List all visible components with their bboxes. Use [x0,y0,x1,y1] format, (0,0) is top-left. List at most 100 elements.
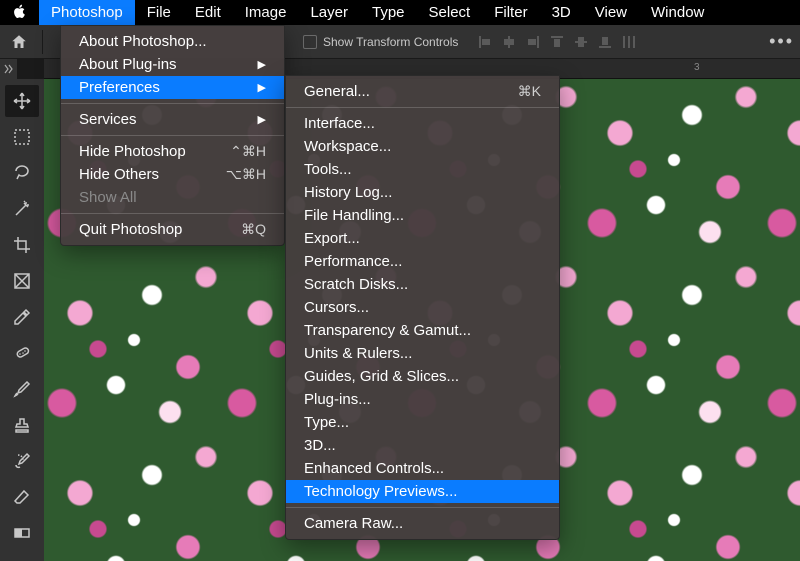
align-buttons [474,31,640,53]
menu-about-plugins[interactable]: About Plug-ins▶ [61,53,284,76]
menubar-label: View [595,4,627,21]
prefs-general[interactable]: General...⌘K [286,80,559,103]
menubar-photoshop[interactable]: Photoshop [39,0,135,25]
prefs-transparency-gamut[interactable]: Transparency & Gamut... [286,319,559,342]
prefs-history-log[interactable]: History Log... [286,181,559,204]
align-bottom-icon [597,34,613,50]
prefs-enhanced-controls[interactable]: Enhanced Controls... [286,457,559,480]
menu-label: History Log... [304,184,541,201]
checkbox-label: Show Transform Controls [323,35,458,49]
history-brush-tool[interactable] [5,445,39,477]
menubar-window[interactable]: Window [639,0,716,25]
spot-healing-tool[interactable] [5,337,39,369]
align-top-button[interactable] [546,31,568,53]
apple-menu[interactable] [0,0,39,25]
menu-hide-photoshop[interactable]: Hide Photoshop⌃⌘H [61,140,284,163]
align-middle-button[interactable] [570,31,592,53]
menu-label: Quit Photoshop [79,221,217,238]
menu-label: Type... [304,414,541,431]
brush-icon [12,379,32,399]
menu-about-photoshop[interactable]: About Photoshop... [61,30,284,53]
menu-label: Workspace... [304,138,541,155]
menu-label: Scratch Disks... [304,276,541,293]
lasso-icon [12,163,32,183]
show-transform-controls-checkbox[interactable]: Show Transform Controls [303,35,458,49]
history-brush-icon [12,451,32,471]
prefs-camera-raw[interactable]: Camera Raw... [286,512,559,535]
prefs-file-handling[interactable]: File Handling... [286,204,559,227]
more-options-button[interactable]: ••• [769,31,794,52]
menu-label: Performance... [304,253,541,270]
menu-preferences[interactable]: Preferences▶ [61,76,284,99]
align-left-icon [477,34,493,50]
separator [42,30,43,54]
clone-stamp-tool[interactable] [5,409,39,441]
menu-label: Transparency & Gamut... [304,322,541,339]
magic-wand-tool[interactable] [5,193,39,225]
submenu-arrow-icon: ▶ [258,81,266,94]
menu-separator [286,507,559,508]
stamp-icon [12,415,32,435]
menubar-layer[interactable]: Layer [298,0,360,25]
menubar-label: 3D [552,4,571,21]
menu-services[interactable]: Services▶ [61,108,284,131]
prefs-guides-grid-slices[interactable]: Guides, Grid & Slices... [286,365,559,388]
rectangular-marquee-tool[interactable] [5,121,39,153]
prefs-export[interactable]: Export... [286,227,559,250]
gradient-tool[interactable] [5,517,39,549]
marquee-icon [12,127,32,147]
align-right-button[interactable] [522,31,544,53]
menubar-filter[interactable]: Filter [482,0,539,25]
align-bottom-button[interactable] [594,31,616,53]
frame-tool[interactable] [5,265,39,297]
menu-separator [61,103,284,104]
menubar-view[interactable]: View [583,0,639,25]
menubar-type[interactable]: Type [360,0,417,25]
menubar-label: Edit [195,4,221,21]
menu-separator [61,213,284,214]
menu-label: Guides, Grid & Slices... [304,368,541,385]
prefs-technology-previews[interactable]: Technology Previews... [286,480,559,503]
distribute-button[interactable] [618,31,640,53]
menu-label: Hide Photoshop [79,143,206,160]
prefs-workspace[interactable]: Workspace... [286,135,559,158]
crop-tool[interactable] [5,229,39,261]
panel-expand-button[interactable] [0,59,18,79]
prefs-scratch-disks[interactable]: Scratch Disks... [286,273,559,296]
prefs-tools[interactable]: Tools... [286,158,559,181]
move-tool[interactable] [5,85,39,117]
menu-label: Plug-ins... [304,391,541,408]
prefs-plugins[interactable]: Plug-ins... [286,388,559,411]
brush-tool[interactable] [5,373,39,405]
crop-icon [12,235,32,255]
menu-hide-others[interactable]: Hide Others⌥⌘H [61,163,284,186]
menubar-file[interactable]: File [135,0,183,25]
prefs-performance[interactable]: Performance... [286,250,559,273]
menu-quit-photoshop[interactable]: Quit Photoshop⌘Q [61,218,284,241]
prefs-type[interactable]: Type... [286,411,559,434]
align-center-h-button[interactable] [498,31,520,53]
menubar-edit[interactable]: Edit [183,0,233,25]
prefs-3d[interactable]: 3D... [286,434,559,457]
menu-bar: Photoshop File Edit Image Layer Type Sel… [0,0,800,25]
prefs-cursors[interactable]: Cursors... [286,296,559,319]
menubar-select[interactable]: Select [417,0,483,25]
prefs-interface[interactable]: Interface... [286,112,559,135]
align-middle-icon [573,34,589,50]
menu-label: Enhanced Controls... [304,460,541,477]
align-left-button[interactable] [474,31,496,53]
home-button[interactable] [0,25,38,59]
submenu-arrow-icon: ▶ [258,58,266,71]
eyedropper-tool[interactable] [5,301,39,333]
menu-label: File Handling... [304,207,541,224]
menu-label: 3D... [304,437,541,454]
menu-shortcut: ⌘K [518,83,541,100]
menubar-3d[interactable]: 3D [540,0,583,25]
menu-separator [61,135,284,136]
menu-label: Cursors... [304,299,541,316]
lasso-tool[interactable] [5,157,39,189]
prefs-units-rulers[interactable]: Units & Rulers... [286,342,559,365]
eraser-tool[interactable] [5,481,39,513]
menubar-image[interactable]: Image [233,0,299,25]
menu-label: Hide Others [79,166,202,183]
